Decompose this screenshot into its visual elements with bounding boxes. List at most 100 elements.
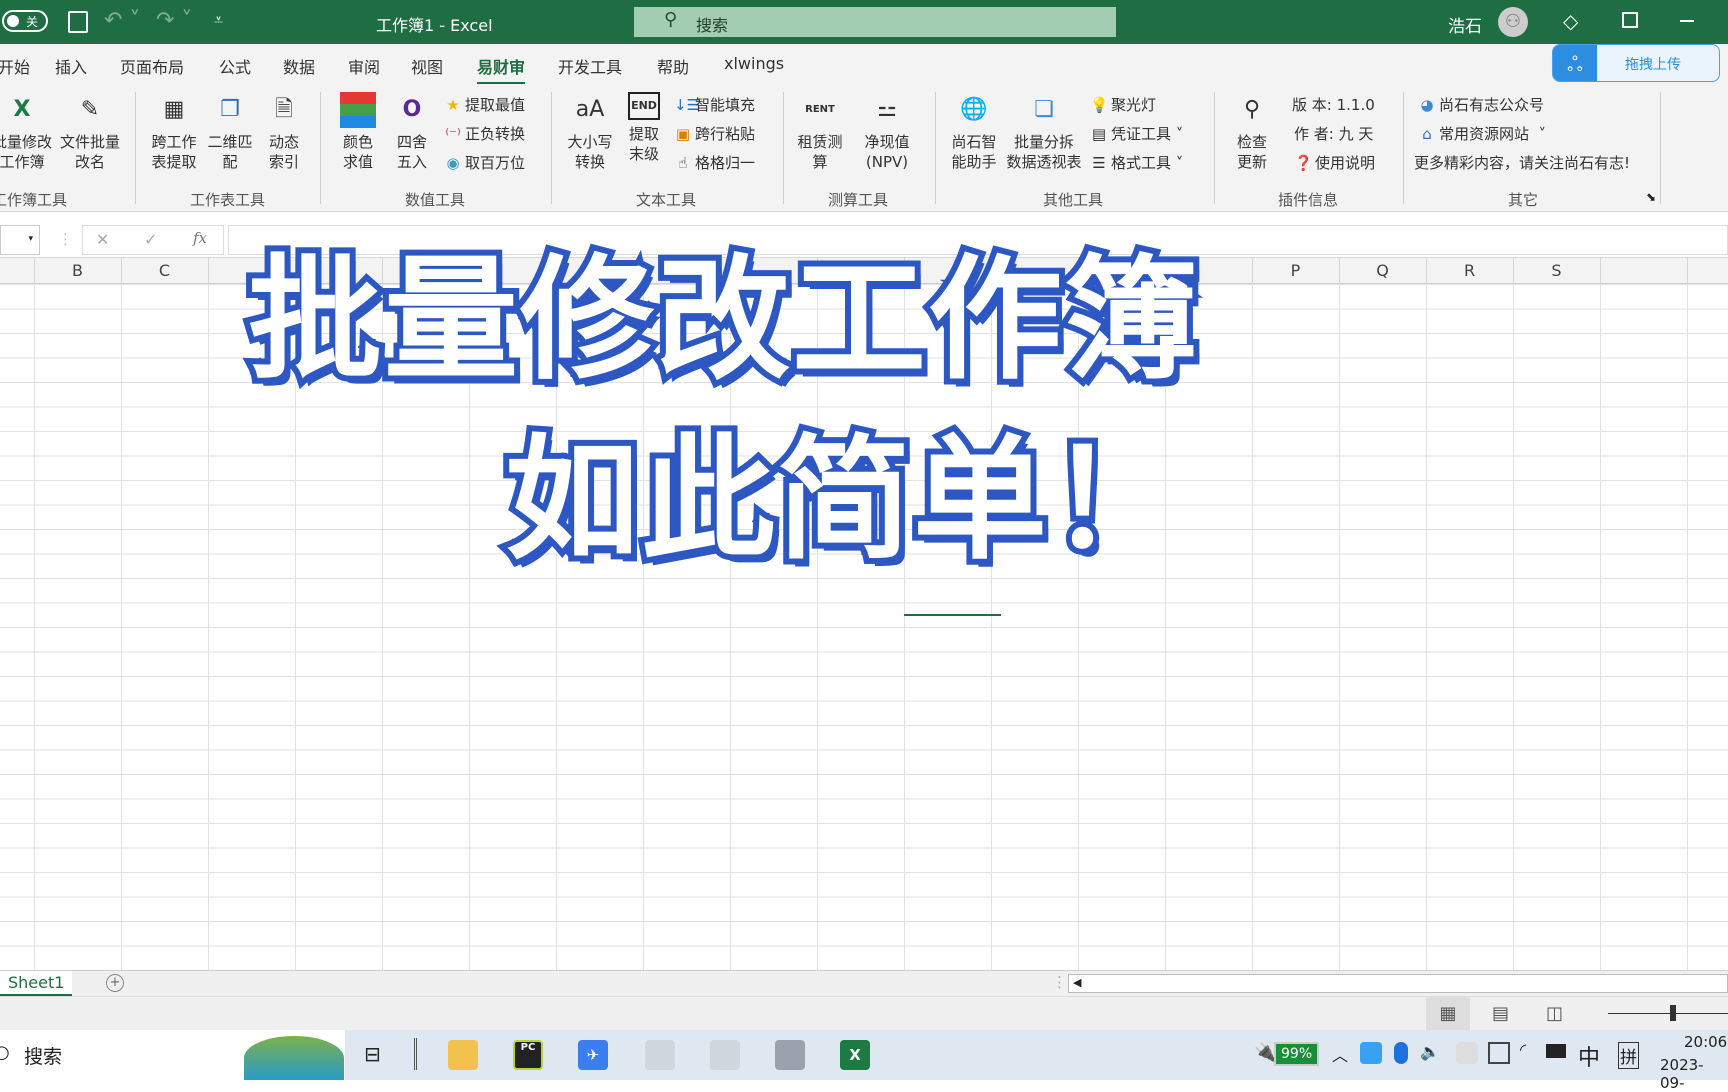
sheet-tab-bar: Sheet1 + ⋮ ◀ xyxy=(0,970,1728,996)
clock-date[interactable]: 2023-09- xyxy=(1660,1056,1728,1092)
2d-match-button[interactable]: ❐ 二维匹配 xyxy=(204,92,256,172)
name-box[interactable]: ▾ xyxy=(0,225,40,255)
column-c[interactable]: C xyxy=(121,261,208,280)
grid-icon: ▦ xyxy=(163,97,185,122)
diamond-icon[interactable]: ◇ xyxy=(1563,9,1578,33)
tab-home[interactable]: 开始 xyxy=(0,54,30,78)
cross-row-paste-button[interactable]: ▣ 跨行粘贴 xyxy=(674,123,755,144)
zoom-slider[interactable] xyxy=(1608,1013,1728,1014)
ime-pinyin[interactable]: 拼 xyxy=(1618,1042,1639,1069)
check-update-button[interactable]: ⚲ 检查 更新 xyxy=(1230,92,1274,172)
format-tools-button[interactable]: ☰ 格式工具 ˅ xyxy=(1090,152,1183,173)
voucher-tools-button[interactable]: ▤ 凭证工具 ˅ xyxy=(1090,123,1183,144)
npv-button[interactable]: ⚍ 净现值 (NPV) xyxy=(856,92,918,172)
tab-developer[interactable]: 开发工具 xyxy=(558,54,622,78)
split-pivot-button[interactable]: ❏ 批量分拆 数据透视表 xyxy=(1004,92,1084,172)
extract-last-button[interactable]: END 提取 末级 xyxy=(622,92,666,164)
tab-view[interactable]: 视图 xyxy=(411,54,443,78)
show-hidden-icons[interactable]: ︿ xyxy=(1332,1042,1348,1066)
battery-icon[interactable] xyxy=(1546,1044,1566,1058)
insert-function-icon[interactable]: fx xyxy=(193,229,207,247)
column-s[interactable]: S xyxy=(1513,261,1600,280)
wifi-icon[interactable]: ◜ xyxy=(1520,1040,1526,1059)
column-q[interactable]: Q xyxy=(1339,261,1426,280)
usage-guide-button[interactable]: ❓ 使用说明 xyxy=(1294,152,1375,173)
avatar[interactable]: ⚇ xyxy=(1498,7,1528,37)
batch-rename-button[interactable]: ✎ 文件批量 改名 xyxy=(58,92,122,172)
cancel-icon[interactable]: ✕ xyxy=(96,230,109,249)
scroll-left-icon: ◀ xyxy=(1073,976,1082,989)
active-cell[interactable] xyxy=(904,602,1001,616)
official-account-link[interactable]: ◕ 尚石有志公众号 xyxy=(1418,94,1544,115)
edit-icon: ✎ xyxy=(80,97,100,122)
cell-normalize-button[interactable]: ☝ 格格归一 xyxy=(674,152,755,173)
camera-app-icon[interactable] xyxy=(645,1040,675,1070)
network-icon: ⚍ xyxy=(877,97,897,122)
user-name[interactable]: 浩石 xyxy=(1448,12,1482,37)
sheet-tab-sheet1[interactable]: Sheet1 xyxy=(0,971,73,996)
customize-icon[interactable]: ⩡ xyxy=(214,10,223,30)
tab-yicaishen[interactable]: 易财审 xyxy=(477,54,526,85)
taskbar-search[interactable]: ○ 搜索 xyxy=(0,1030,345,1080)
tab-xlwings[interactable]: xlwings xyxy=(724,54,784,73)
cloud-tray-icon[interactable] xyxy=(1456,1042,1478,1064)
million-unit-button[interactable]: ◉ 取百万位 xyxy=(444,152,525,173)
page-break-view-icon[interactable]: ◫ xyxy=(1546,1003,1563,1024)
enter-icon[interactable]: ✓ xyxy=(144,230,157,249)
bluetooth-icon[interactable] xyxy=(1394,1042,1408,1064)
search-box[interactable]: ⚲ 搜索 xyxy=(634,7,1116,37)
cross-sheet-extract-button[interactable]: ▦ 跨工作 表提取 xyxy=(148,92,200,172)
tab-review[interactable]: 审阅 xyxy=(348,54,380,78)
upload-button[interactable]: ஃ 拖拽上传 xyxy=(1552,44,1720,82)
spotlight-button[interactable]: 💡 聚光灯 xyxy=(1090,94,1156,115)
author-text: 作 者: 九 天 xyxy=(1294,125,1374,143)
normal-view-icon[interactable]: ▦ xyxy=(1426,997,1470,1030)
ribbon-display-icon[interactable] xyxy=(1622,12,1638,28)
tab-formulas[interactable]: 公式 xyxy=(219,54,251,78)
volume-icon[interactable]: 🔈 xyxy=(1420,1042,1440,1061)
ime-chinese[interactable]: 中 xyxy=(1578,1040,1600,1072)
screen-tray-icon[interactable] xyxy=(1488,1042,1510,1064)
round-button[interactable]: O 四舍 五入 xyxy=(390,92,434,172)
clock-time[interactable]: 20:06 xyxy=(1684,1033,1727,1051)
extract-max-button[interactable]: ★ 提取最值 xyxy=(444,94,525,115)
tab-data[interactable]: 数据 xyxy=(283,54,315,78)
autosave-toggle[interactable]: 关 xyxy=(2,10,48,32)
paste-icon: ▣ xyxy=(675,125,691,143)
dynamic-index-button[interactable]: 🗎 动态 索引 xyxy=(262,92,306,172)
logo-icon: ◕ xyxy=(1420,96,1434,114)
feishu-icon[interactable]: ✈ xyxy=(578,1040,608,1070)
redo-icon[interactable]: ↷ ˅ xyxy=(156,8,192,33)
add-sheet-button[interactable]: + xyxy=(106,974,124,992)
task-view-icon[interactable]: ⊟ xyxy=(364,1042,381,1066)
lease-calc-button[interactable]: RENT 租赁测算 xyxy=(792,92,848,172)
landscape-icon xyxy=(244,1036,344,1080)
dialog-launcher-icon[interactable]: ⬊ xyxy=(1646,190,1656,204)
case-convert-button[interactable]: aA 大小写 转换 xyxy=(562,92,618,172)
batch-edit-workbook-button[interactable]: X 批量修改工作簿 xyxy=(0,92,52,172)
tab-help[interactable]: 帮助 xyxy=(657,54,689,78)
save-icon[interactable] xyxy=(68,11,88,33)
zoom-slider-thumb[interactable] xyxy=(1670,1005,1676,1021)
page-layout-view-icon[interactable]: ▤ xyxy=(1492,1003,1509,1024)
tab-page-layout[interactable]: 页面布局 xyxy=(120,54,184,78)
column-b[interactable]: B xyxy=(34,261,121,280)
resources-link[interactable]: ⌂ 常用资源网站 ˅ xyxy=(1418,123,1546,144)
file-explorer-icon[interactable] xyxy=(448,1040,478,1070)
column-p[interactable]: P xyxy=(1252,261,1339,280)
color-sum-button[interactable]: 颜色 求值 xyxy=(336,92,380,172)
battery-indicator: 99% xyxy=(1274,1042,1320,1066)
excel-taskbar-icon[interactable]: X xyxy=(840,1040,870,1070)
tab-insert[interactable]: 插入 xyxy=(55,54,87,78)
undo-icon[interactable]: ↶ ˅ xyxy=(104,8,140,33)
smart-assistant-button[interactable]: 🌐 尚石智 能助手 xyxy=(946,92,1002,172)
smart-fill-button[interactable]: ↓☰智能填充 xyxy=(674,94,755,115)
app-tray-icon[interactable] xyxy=(1360,1042,1382,1064)
camera-app-icon-2[interactable] xyxy=(710,1040,740,1070)
video-camera-icon[interactable] xyxy=(775,1040,805,1070)
sign-convert-button[interactable]: ⁽⁻⁾ 正负转换 xyxy=(444,123,525,144)
pycharm-icon[interactable]: PC xyxy=(513,1040,543,1070)
horizontal-scrollbar[interactable]: ◀ xyxy=(1068,974,1728,993)
minimize-icon[interactable] xyxy=(1680,20,1694,22)
column-r[interactable]: R xyxy=(1426,261,1513,280)
